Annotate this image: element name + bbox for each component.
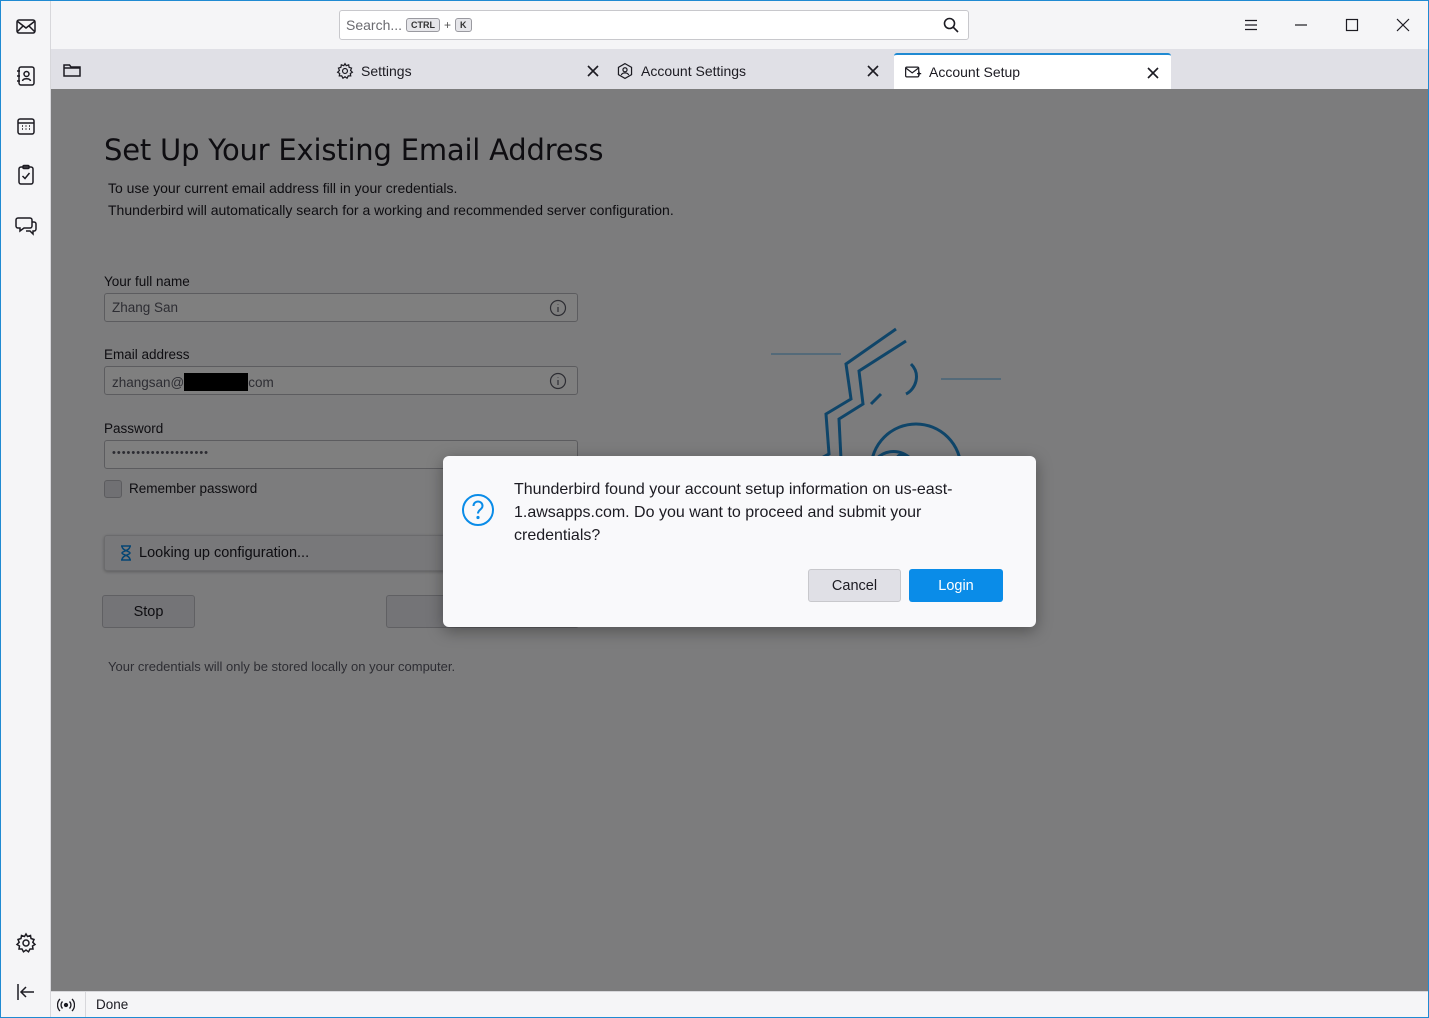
gear-icon <box>336 62 354 80</box>
shortcut-key-k: K <box>455 18 472 32</box>
tasks-icon <box>18 164 34 185</box>
account-settings-icon <box>617 62 633 80</box>
title-bar: Search... CTRL + K <box>51 1 1428 49</box>
maximize-icon <box>1345 18 1359 32</box>
settings-space-button[interactable] <box>10 927 42 959</box>
dialog-login-button[interactable]: Login <box>909 569 1003 602</box>
app-menu-button[interactable] <box>1236 11 1266 39</box>
close-tab-icon[interactable] <box>1144 64 1162 82</box>
tab-account-setup[interactable]: Account Setup <box>894 53 1171 89</box>
status-text: Done <box>96 997 129 1012</box>
mail-space-button[interactable] <box>10 10 42 42</box>
thunderbird-window: Search... CTRL + K Settings Account Sett… <box>0 0 1429 1018</box>
address-book-space-button[interactable] <box>10 60 42 92</box>
status-separator <box>85 991 86 1017</box>
collapse-spaces-button[interactable] <box>10 976 42 1008</box>
question-icon <box>462 494 494 526</box>
close-window-button[interactable] <box>1388 11 1418 39</box>
dialog-cancel-button[interactable]: Cancel <box>808 569 901 602</box>
close-icon <box>1396 18 1410 32</box>
tab-account-settings[interactable]: Account Settings <box>616 53 886 89</box>
shortcut-key-ctrl: CTRL <box>406 18 441 32</box>
folder-icon[interactable] <box>61 59 83 81</box>
tab-label: Account Setup <box>929 64 1021 80</box>
tab-label: Settings <box>361 63 412 79</box>
collapse-left-icon <box>17 984 34 1000</box>
minimize-button[interactable] <box>1286 11 1316 39</box>
address-book-icon <box>17 66 35 86</box>
calendar-space-button[interactable] <box>10 110 42 142</box>
shortcut-plus: + <box>444 18 452 32</box>
spaces-toolbar <box>1 1 51 1017</box>
minimize-icon <box>1295 24 1307 26</box>
chat-icon <box>15 217 37 236</box>
online-status-icon[interactable] <box>57 996 75 1014</box>
close-tab-icon[interactable] <box>864 62 882 80</box>
maximize-button[interactable] <box>1337 11 1367 39</box>
tab-bar: Settings Account Settings Account Setup <box>51 49 1428 89</box>
tasks-space-button[interactable] <box>10 159 42 191</box>
dialog-message: Thunderbird found your account setup inf… <box>514 481 953 544</box>
tab-label: Account Settings <box>641 63 747 79</box>
calendar-icon <box>17 118 35 135</box>
chat-space-button[interactable] <box>10 209 42 241</box>
status-bar: Done <box>51 991 1428 1017</box>
mail-icon <box>16 19 36 34</box>
tab-settings[interactable]: Settings <box>336 53 606 89</box>
global-search-input[interactable]: Search... CTRL + K <box>339 10 969 40</box>
hamburger-menu-icon <box>1245 19 1257 31</box>
gear-icon <box>15 932 37 953</box>
search-icon[interactable] <box>942 16 960 34</box>
close-tab-icon[interactable] <box>584 62 602 80</box>
confirm-credentials-dialog: Thunderbird found your account setup inf… <box>443 456 1036 627</box>
search-placeholder: Search... <box>346 17 403 33</box>
mail-setup-icon <box>905 66 922 78</box>
